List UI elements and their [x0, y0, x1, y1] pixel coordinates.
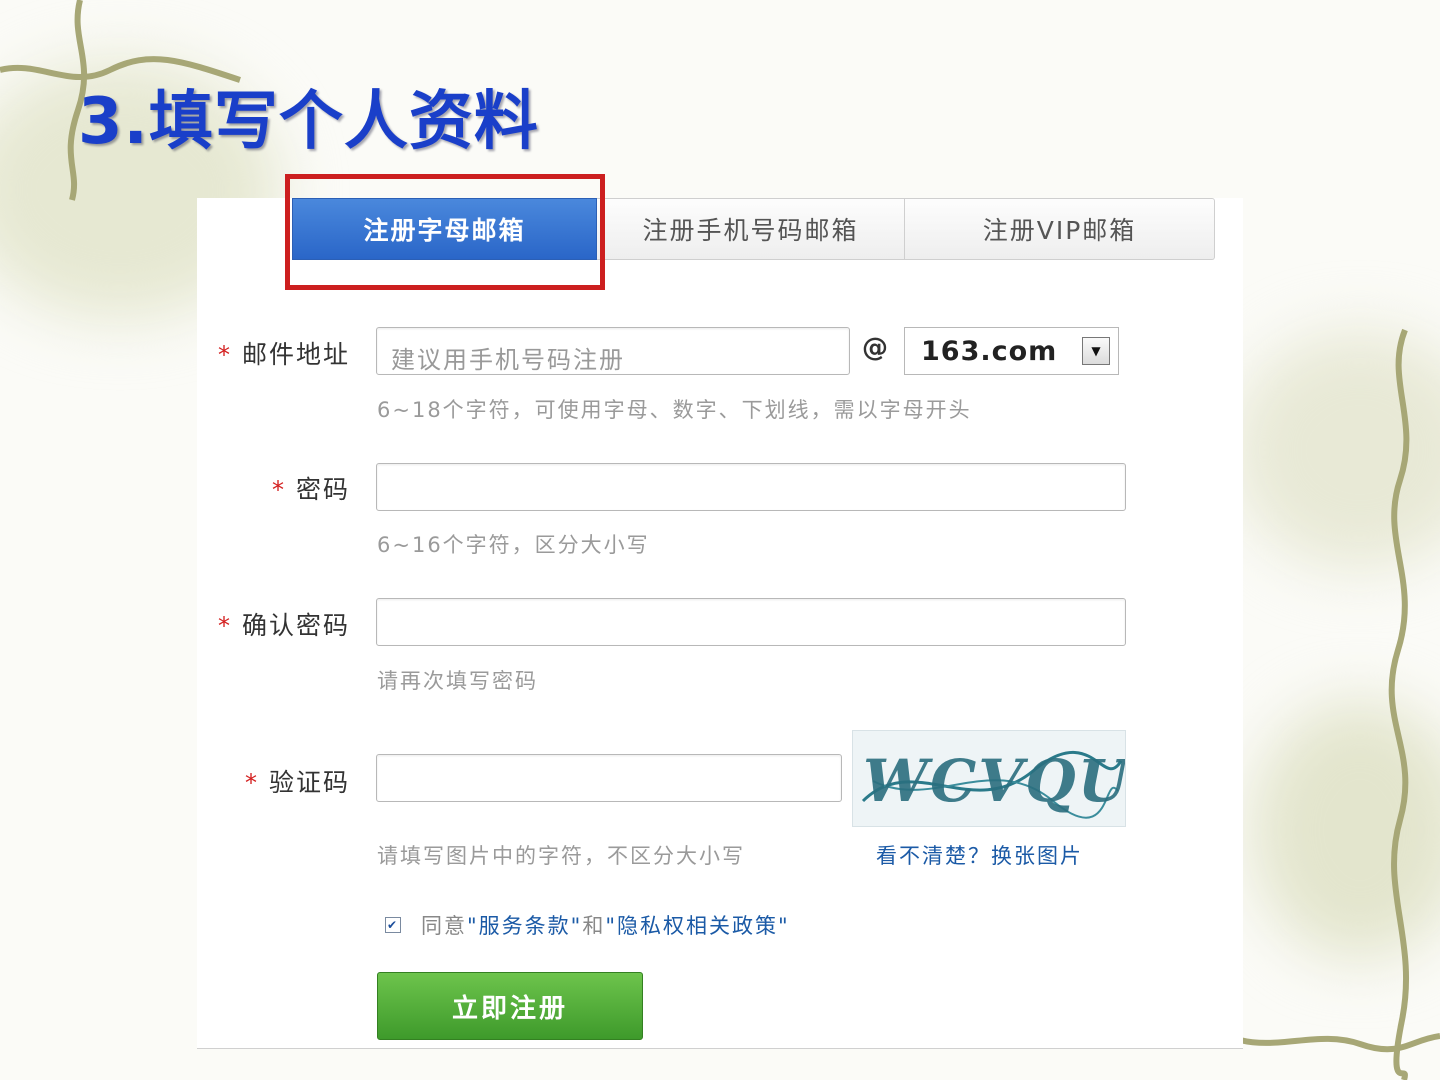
email-hint: 6~18个字符，可使用字母、数字、下划线，需以字母开头 — [377, 398, 972, 422]
agree-row: ✔ 同意 "服务条款" 和 "隐私权相关政策" — [385, 910, 790, 940]
agree-prefix: 同意 — [421, 914, 467, 938]
password-hint: 6~16个字符，区分大小写 — [377, 533, 650, 557]
confirm-password-input[interactable] — [376, 598, 1126, 646]
vine-decoration-bottom-right — [1240, 1033, 1440, 1053]
terms-link[interactable]: "服务条款" — [467, 910, 582, 940]
captcha-label-row: * 验证码 — [245, 763, 350, 799]
required-mark: * — [244, 769, 259, 797]
email-input[interactable]: 建议用手机号码注册 — [376, 327, 850, 375]
agree-checkbox[interactable]: ✔ — [385, 917, 401, 933]
domain-select[interactable]: 163.com ▼ — [904, 327, 1119, 375]
highlight-annotation-box — [285, 174, 605, 290]
agree-and: 和 — [582, 914, 606, 938]
tab-vip-email[interactable]: 注册VIP邮箱 — [905, 198, 1215, 260]
captcha-graphic: WCVQUR — [861, 747, 1125, 819]
captcha-input[interactable] — [376, 754, 842, 802]
refresh-captcha-link[interactable]: 看不清楚？换张图片 — [876, 840, 1083, 870]
confirm-label-row: * 确认密码 — [218, 606, 350, 642]
privacy-link[interactable]: "隐私权相关政策" — [605, 910, 789, 940]
vine-decoration-right — [1388, 328, 1410, 1080]
captcha-image[interactable]: WCVQUR — [852, 730, 1126, 827]
confirm-hint: 请再次填写密码 — [377, 669, 538, 693]
email-label: 邮件地址 — [241, 340, 350, 369]
confirm-label: 确认密码 — [241, 611, 350, 640]
slide-title: 3.填写个人资料 — [78, 85, 539, 159]
required-mark: * — [217, 341, 232, 369]
tab-mobile-email[interactable]: 注册手机号码邮箱 — [597, 198, 905, 260]
password-label: 密码 — [295, 475, 350, 504]
chevron-down-icon[interactable]: ▼ — [1082, 337, 1110, 365]
captcha-text: WCVQUR — [863, 747, 1125, 815]
password-label-row: * 密码 — [272, 470, 350, 506]
at-sign: @ — [862, 333, 888, 363]
domain-value: 163.com — [921, 335, 1058, 367]
required-mark: * — [217, 612, 232, 640]
password-input[interactable] — [376, 463, 1126, 511]
captcha-label: 验证码 — [268, 768, 350, 797]
divider — [197, 1048, 1243, 1049]
captcha-hint: 请填写图片中的字符，不区分大小写 — [377, 844, 745, 868]
required-mark: * — [271, 476, 286, 504]
register-button[interactable]: 立即注册 — [377, 972, 643, 1040]
email-label-row: * 邮件地址 — [218, 335, 350, 371]
